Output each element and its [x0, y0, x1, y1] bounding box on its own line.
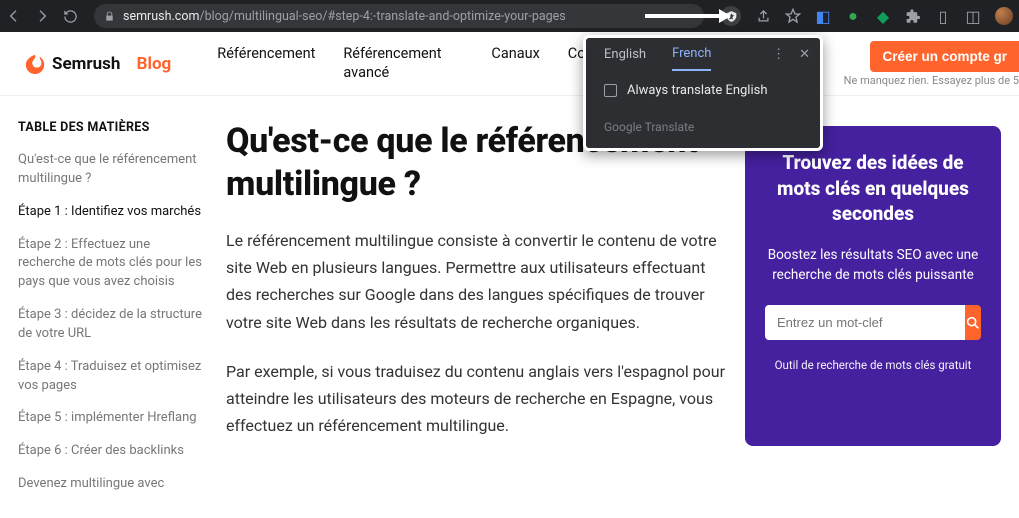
- nav-channels[interactable]: Canaux: [491, 45, 539, 81]
- logo-suffix: Blog: [137, 54, 172, 74]
- extension-icon[interactable]: ◆: [875, 8, 891, 24]
- nav-referencing[interactable]: Référencement: [217, 45, 315, 81]
- toc-item[interactable]: Étape 6 : Créer des backlinks: [18, 442, 208, 461]
- always-translate-checkbox[interactable]: [604, 84, 617, 97]
- extension-icon[interactable]: ◧: [815, 8, 831, 24]
- bookmarks-icon[interactable]: ▯: [935, 8, 951, 24]
- toc-item[interactable]: Qu'est-ce que le référencement multiling…: [18, 151, 208, 189]
- kebab-icon[interactable]: ⋮: [772, 47, 785, 62]
- toc-title: TABLE DES MATIÈRES: [18, 120, 208, 135]
- extensions-icon[interactable]: [905, 8, 921, 24]
- promo-title: Trouvez des idées de mots clés en quelqu…: [765, 150, 981, 227]
- lock-icon: [104, 11, 115, 22]
- logo-flame-icon: [24, 53, 46, 75]
- translate-tab-english[interactable]: English: [604, 47, 646, 70]
- toc-item[interactable]: Étape 5 : implémenter Hreflang: [18, 409, 208, 428]
- annotation-arrow: [645, 14, 730, 18]
- toc-item[interactable]: Étape 1 : Identifiez vos marchés: [18, 203, 208, 222]
- browser-toolbar: semrush.com/blog/multilingual-seo/#step-…: [0, 0, 1019, 32]
- translate-tab-french[interactable]: French: [672, 46, 711, 71]
- nav-advanced[interactable]: Référencement avancé: [343, 45, 463, 81]
- header-subtext: Ne manquez rien. Essayez plus de 5: [844, 74, 1019, 87]
- profile-avatar[interactable]: [995, 7, 1013, 25]
- toc-item[interactable]: Étape 3 : décidez de la structure de vot…: [18, 306, 208, 344]
- table-of-contents: TABLE DES MATIÈRES Qu'est-ce que le réfé…: [18, 120, 208, 508]
- translate-popup: English French ⋮ ✕ Always translate Engl…: [583, 35, 823, 151]
- star-icon[interactable]: [785, 8, 801, 24]
- article-paragraph: Par exemple, si vous traduisez du conten…: [226, 358, 727, 440]
- page-body: TABLE DES MATIÈRES Qu'est-ce que le réfé…: [0, 96, 1019, 508]
- toc-item[interactable]: Étape 4 : Traduisez et optimisez vos pag…: [18, 358, 208, 396]
- keyword-search-button[interactable]: [965, 305, 981, 340]
- create-account-button[interactable]: Créer un compte gr: [870, 41, 1019, 72]
- reload-icon[interactable]: [62, 8, 78, 24]
- keyword-promo-card: Trouvez des idées de mots clés en quelqu…: [745, 126, 1001, 446]
- extension-icon[interactable]: ●: [845, 8, 861, 24]
- article: Qu'est-ce que le référencement multiling…: [226, 120, 727, 508]
- sidepanel-icon[interactable]: ◫: [965, 8, 981, 24]
- always-translate-label: Always translate English: [627, 83, 768, 98]
- share-icon[interactable]: [755, 8, 771, 24]
- address-bar[interactable]: semrush.com/blog/multilingual-seo/#step-…: [94, 4, 704, 28]
- promo-footer: Outil de recherche de mots clés gratuit: [775, 358, 972, 372]
- main-nav: Référencement Référencement avancé Canau…: [217, 45, 622, 81]
- toolbar-right-icons: ◧ ● ◆ ▯ ◫: [721, 6, 1013, 26]
- logo-text: Semrush: [52, 54, 120, 74]
- site-header: Semrush Blog Référencement Référencement…: [0, 32, 1019, 96]
- back-icon[interactable]: [6, 8, 22, 24]
- keyword-input[interactable]: [765, 305, 965, 340]
- search-icon: [965, 315, 981, 331]
- forward-icon[interactable]: [34, 8, 50, 24]
- site-logo[interactable]: Semrush Blog: [24, 53, 171, 75]
- article-paragraph: Le référencement multilingue consiste à …: [226, 227, 727, 336]
- translate-footer: Google Translate: [586, 110, 820, 148]
- toc-item[interactable]: Étape 2 : Effectuez une recherche de mot…: [18, 236, 208, 293]
- nav-button-group: [6, 8, 78, 24]
- promo-subtitle: Boostez les résultats SEO avec une reche…: [765, 245, 981, 286]
- toc-item[interactable]: Devenez multilingue avec: [18, 475, 208, 494]
- close-icon[interactable]: ✕: [799, 47, 810, 62]
- url-text: semrush.com/blog/multilingual-seo/#step-…: [123, 9, 566, 24]
